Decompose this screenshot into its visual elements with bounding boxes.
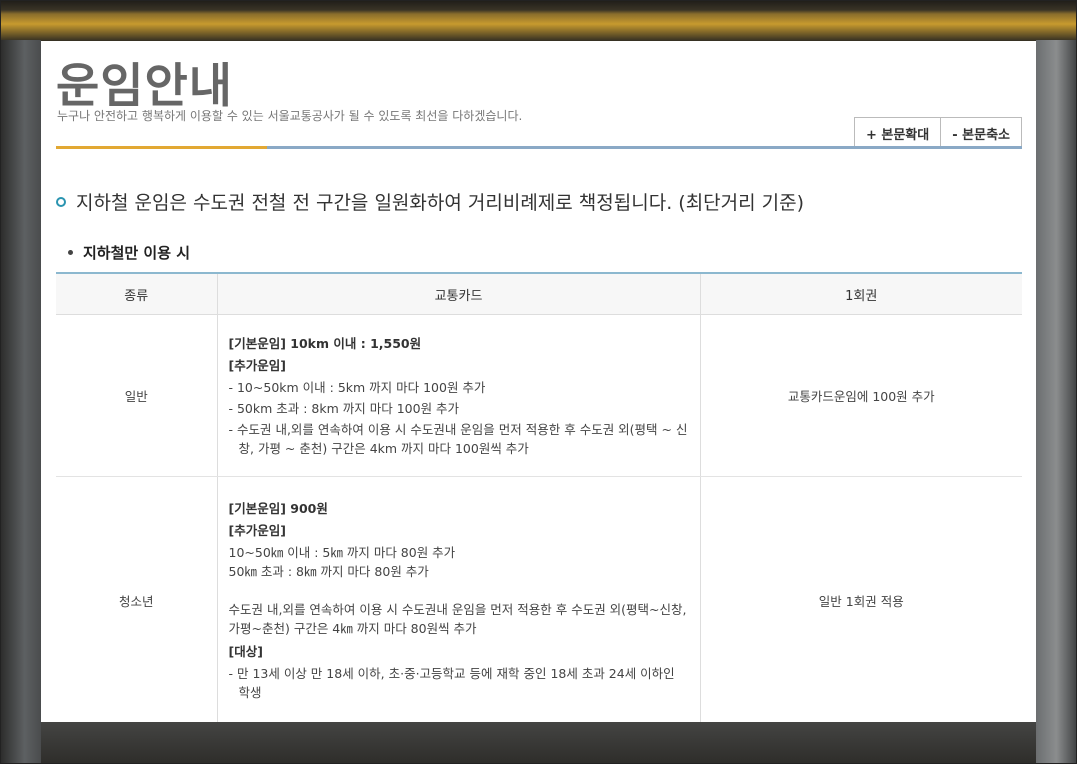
fare-type-cell: 일반 (56, 314, 217, 477)
page-subtitle: 누구나 안전하고 행복하게 이용할 수 있는 서울교통공사가 될 수 있도록 최… (57, 109, 523, 123)
circle-bullet-icon (56, 196, 66, 207)
extra-fare-line: 수도권 내,외를 연속하여 이용 시 수도권내 운임을 먼저 적용한 후 수도권… (228, 602, 687, 636)
transit-card-fare-cell: [기본운임] 10km 이내 : 1,550원 [추가운임] - 10~50km… (216, 314, 700, 477)
fare-headline-text: 지하철 운임은 수도권 전철 전 구간을 일원화하여 거리비례제로 책정됩니다.… (76, 192, 805, 214)
target-description: - 만 13세 이상 만 18세 이하, 초·중·고등학교 등에 재학 중인 1… (228, 666, 675, 700)
extra-fare-item: - 10~50km 이내 : 5km 까지 마다 100원 추가 (228, 379, 486, 395)
base-fare: [기본운임] 900원 (228, 501, 328, 516)
zoom-out-button[interactable]: - 본문축소 (940, 118, 1021, 148)
section-title-text: 지하철만 이용 시 (83, 244, 191, 262)
fare-table: 종류 교통카드 1회권 일반 [기본운임] 10km 이내 : 1,550원 [… (56, 272, 1022, 722)
dot-bullet-icon (68, 250, 73, 255)
transit-card-fare-cell: [기본운임] 900원 [추가운임] 10~50㎞ 이내 : 5㎞ 까지 마다 … (216, 476, 700, 722)
target-title: [대상] (228, 644, 263, 659)
text-size-controls: + 본문확대 - 본문축소 (853, 117, 1022, 148)
content-panel: 운임안내 누구나 안전하고 행복하게 이용할 수 있는 서울교통공사가 될 수 … (41, 41, 1036, 722)
table-row-general: 일반 [기본운임] 10km 이내 : 1,550원 [추가운임] - 10~5… (56, 314, 1022, 477)
single-ticket-fare-cell: 일반 1회권 적용 (699, 476, 1022, 722)
column-header-single-ticket: 1회권 (699, 272, 1022, 315)
page-title: 운임안내 (56, 59, 233, 114)
single-ticket-fare-cell: 교통카드운임에 100원 추가 (699, 314, 1022, 477)
table-header-row: 종류 교통카드 1회권 (56, 272, 1022, 315)
background-left (0, 40, 41, 764)
background-right (1036, 40, 1077, 764)
extra-fare-title: [추가운임] (228, 357, 286, 373)
fare-headline: 지하철 운임은 수도권 전철 전 구간을 일원화하여 거리비례제로 책정됩니다.… (56, 188, 804, 215)
title-divider-accent (56, 146, 267, 149)
fare-type-cell: 청소년 (56, 476, 217, 722)
extra-fare-item: - 50km 초과 : 8km 까지 마다 100원 추가 (228, 400, 460, 416)
extra-fare-line: 10~50㎞ 이내 : 5㎞ 까지 마다 80원 추가 (228, 545, 456, 560)
column-header-transit-card: 교통카드 (216, 272, 700, 315)
title-divider (56, 146, 1022, 149)
column-header-type: 종류 (56, 272, 217, 315)
extra-fare-line: 50㎞ 초과 : 8㎞ 까지 마다 80원 추가 (228, 564, 429, 579)
section-title: 지하철만 이용 시 (68, 242, 190, 263)
zoom-in-button[interactable]: + 본문확대 (854, 118, 941, 148)
base-fare: [기본운임] 10km 이내 : 1,550원 (228, 335, 422, 351)
table-row-youth: 청소년 [기본운임] 900원 [추가운임] 10~50㎞ 이내 : 5㎞ 까지… (56, 476, 1022, 722)
extra-fare-title: [추가운임] (228, 523, 286, 538)
extra-fare-item: - 수도권 내,외를 연속하여 이용 시 수도권내 운임을 먼저 적용한 후 수… (228, 421, 688, 456)
